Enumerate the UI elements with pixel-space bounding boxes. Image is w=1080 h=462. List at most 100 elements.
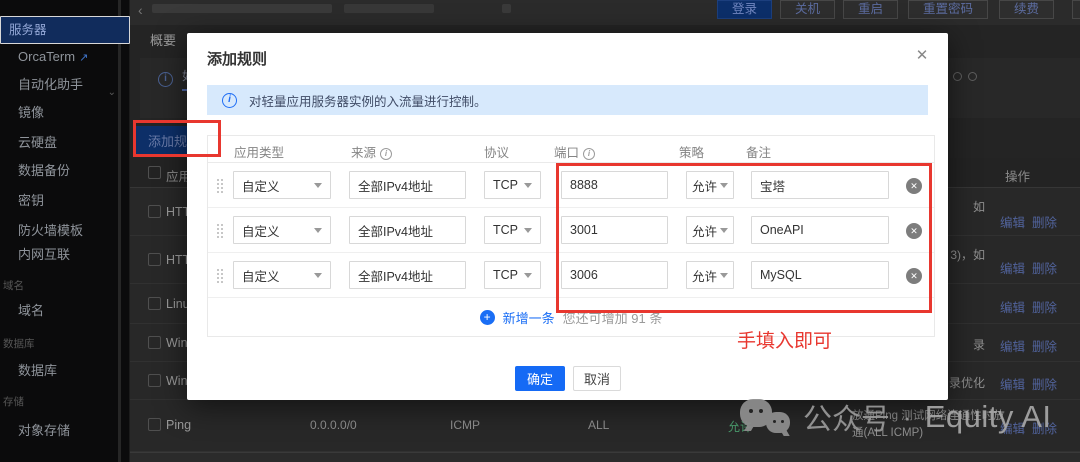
- sidebar-item-orcaterm[interactable]: OrcaTerm ↗: [0, 44, 130, 70]
- caret-down-icon: [524, 182, 532, 188]
- protocol-select[interactable]: TCP: [484, 216, 541, 244]
- add-one-more-link[interactable]: 新增一条: [503, 308, 555, 327]
- drag-handle-icon[interactable]: [217, 269, 219, 271]
- annotation-rect-add-rule: [133, 120, 221, 157]
- row-checkbox[interactable]: [148, 374, 161, 387]
- watermark-brand: Equity AI: [924, 399, 1052, 434]
- ping-port: ALL: [588, 418, 610, 432]
- row-checkbox[interactable]: [148, 297, 161, 310]
- sidebar: 服务器 OrcaTerm ↗ 自动化助手 ⌄ 镜像 云硬盘 数据备份 密钥 防火墙模…: [0, 0, 130, 462]
- sidebar-item-database[interactable]: 数据库: [0, 358, 130, 384]
- caret-down-icon: [524, 227, 532, 233]
- wechat-icon: [740, 396, 792, 438]
- external-link-icon: ↗: [79, 52, 89, 64]
- row-checkbox[interactable]: [148, 418, 161, 431]
- cancel-button[interactable]: 取消: [573, 366, 621, 391]
- info-banner-text: 对轻量应用服务器实例的入流量进行控制。: [249, 94, 487, 109]
- protocol-select[interactable]: TCP: [484, 261, 541, 289]
- rules-table-header: 应用类型 来源 i 协议 端口 i 策略 备注: [208, 136, 934, 163]
- sidebar-item-domain[interactable]: 域名: [0, 298, 130, 324]
- caret-down-icon: [314, 182, 322, 188]
- protocol-select[interactable]: TCP: [484, 171, 541, 199]
- annotation-note: 手填入即可: [737, 331, 833, 352]
- source-input[interactable]: [349, 171, 466, 199]
- edit-link[interactable]: 编辑: [1000, 374, 1025, 393]
- annotation-rect-ports: [556, 163, 932, 313]
- ping-source: 0.0.0.0/0: [310, 418, 357, 432]
- watermark-label: 公众号: [803, 404, 891, 436]
- delete-link[interactable]: 删除: [1032, 374, 1057, 393]
- sidebar-item-backup[interactable]: 数据备份: [0, 158, 130, 184]
- page-title-ghost: [152, 4, 332, 13]
- col-policy: 策略: [679, 146, 705, 160]
- copy-icon-ghost: [502, 4, 511, 13]
- info-icon: i: [158, 72, 173, 87]
- status-dot-icon: [968, 72, 977, 81]
- info-icon: i: [380, 148, 393, 160]
- row-checkbox[interactable]: [148, 205, 161, 218]
- partial-button[interactable]: [1072, 0, 1080, 19]
- source-input[interactable]: [349, 261, 466, 289]
- ping-protocol: ICMP: [450, 418, 480, 432]
- sidebar-item-image[interactable]: 镜像: [0, 100, 130, 126]
- info-icon: i: [222, 92, 237, 108]
- source-input[interactable]: [349, 216, 466, 244]
- sidebar-item-firewall-template[interactable]: 防火墙模板: [0, 218, 130, 244]
- screen: 服务器 OrcaTerm ↗ 自动化助手 ⌄ 镜像 云硬盘 数据备份 密钥 防火墙模…: [0, 0, 1080, 462]
- watermark: 公众号 · Equity AI: [740, 396, 1052, 438]
- sidebar-group-domain: 域名: [3, 280, 24, 292]
- bg-footer-strip: [130, 452, 1080, 462]
- col-action-header: 操作: [1005, 170, 1031, 184]
- app-type-select[interactable]: 自定义: [233, 171, 331, 199]
- col-port: 端口 i: [554, 142, 596, 161]
- drag-handle-icon[interactable]: [217, 179, 219, 181]
- chevron-down-icon: ⌄: [107, 87, 116, 98]
- drag-handle-icon[interactable]: [217, 224, 219, 226]
- confirm-button[interactable]: 确定: [515, 366, 565, 391]
- edit-link[interactable]: 编辑: [1000, 297, 1025, 316]
- row-checkbox[interactable]: [148, 336, 161, 349]
- watermark-dot: ·: [903, 401, 912, 432]
- page-subtitle-ghost: [344, 4, 434, 13]
- row-checkbox[interactable]: [148, 253, 161, 266]
- caret-down-icon: [524, 272, 532, 278]
- delete-link[interactable]: 删除: [1032, 297, 1057, 316]
- select-all-checkbox[interactable]: [148, 166, 161, 179]
- delete-link[interactable]: 删除: [1032, 212, 1057, 231]
- sidebar-item-cos[interactable]: 对象存储: [0, 418, 130, 444]
- delete-link[interactable]: 删除: [1032, 336, 1057, 355]
- plus-icon: +: [479, 310, 495, 325]
- sidebar-item-server[interactable]: 服务器: [0, 16, 130, 44]
- col-source: 来源 i: [351, 142, 393, 161]
- sidebar-item-intranet[interactable]: 内网互联: [0, 242, 130, 268]
- sidebar-item-automation[interactable]: 自动化助手 ⌄: [0, 72, 130, 98]
- sidebar-group-database: 数据库: [3, 338, 35, 350]
- renew-button[interactable]: 续费: [998, 0, 1054, 19]
- back-icon[interactable]: ‹: [138, 2, 143, 18]
- sidebar-item-key[interactable]: 密钥: [0, 188, 130, 214]
- info-icon: i: [583, 148, 596, 160]
- col-app-type: 应用类型: [234, 146, 285, 160]
- edit-link[interactable]: 编辑: [1000, 336, 1025, 355]
- caret-down-icon: [314, 272, 322, 278]
- restart-button[interactable]: 重启: [842, 0, 898, 19]
- info-banner: i 对轻量应用服务器实例的入流量进行控制。: [207, 85, 928, 115]
- status-dot-icon: [953, 72, 962, 81]
- shutdown-button[interactable]: 关机: [779, 0, 835, 19]
- edit-link[interactable]: 编辑: [1000, 258, 1025, 277]
- app-type-select[interactable]: 自定义: [233, 216, 331, 244]
- sidebar-item-disk[interactable]: 云硬盘: [0, 130, 130, 156]
- tab-overview[interactable]: 概要: [150, 30, 176, 49]
- reset-password-button[interactable]: 重置密码: [907, 0, 988, 19]
- col-protocol: 协议: [484, 146, 510, 160]
- caret-down-icon: [314, 227, 322, 233]
- delete-link[interactable]: 删除: [1032, 258, 1057, 277]
- topbar: ‹ 登录 关机 重启 重置密码 续费: [130, 0, 1080, 25]
- app-type-select[interactable]: 自定义: [233, 261, 331, 289]
- login-button[interactable]: 登录: [716, 0, 772, 19]
- dialog-title: 添加规则: [207, 51, 268, 68]
- sidebar-group-storage: 存储: [3, 396, 24, 408]
- close-icon[interactable]: ✕: [912, 46, 932, 66]
- edit-link[interactable]: 编辑: [1000, 212, 1025, 231]
- col-remark: 备注: [746, 146, 772, 160]
